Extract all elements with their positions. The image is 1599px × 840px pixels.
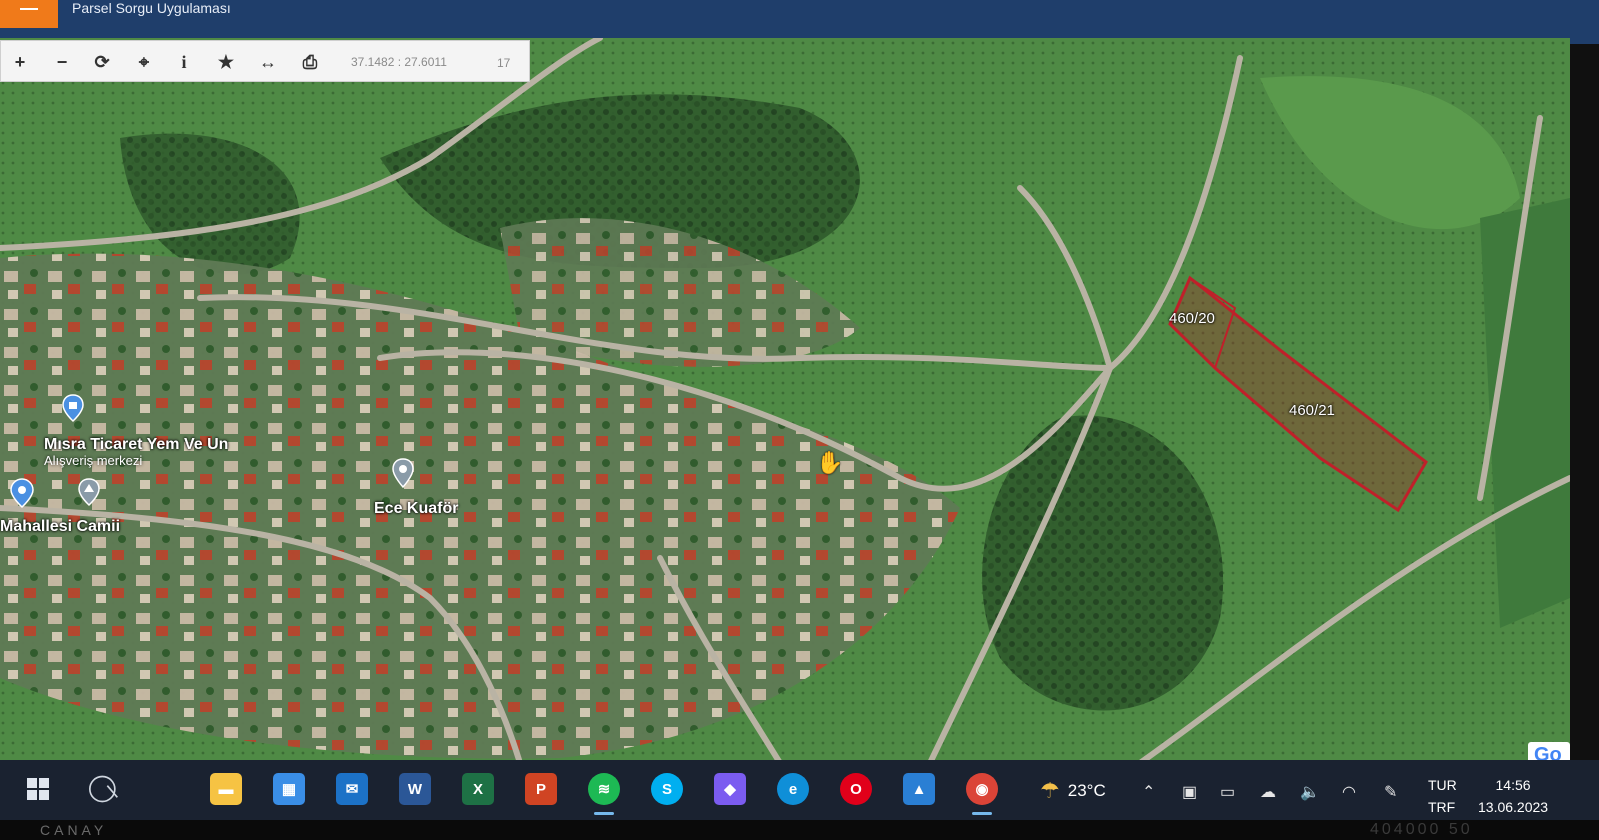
file-explorer-icon: ▬: [210, 773, 242, 805]
excel-taskbar-button[interactable]: X: [458, 769, 498, 809]
zoom-level-readout: 17: [497, 56, 511, 70]
opera-icon: O: [840, 773, 872, 805]
parcel-label-460-20[interactable]: 460/20: [1169, 310, 1215, 327]
poi-sublabel-shop: Alışveriş merkezi: [44, 453, 143, 468]
edge-icon: e: [777, 773, 809, 805]
pen-icon[interactable]: ✎: [1384, 782, 1397, 802]
word-icon: W: [399, 773, 431, 805]
monitor-bezel: CANAY 404000 50: [0, 820, 1599, 840]
chrome-icon: ◉: [966, 773, 998, 805]
info-button[interactable]: i: [169, 47, 199, 77]
app-title: Parsel Sorgu Uygulaması: [72, 0, 231, 16]
poi-label-salon[interactable]: Ece Kuaför: [374, 500, 458, 518]
satellite-imagery: [0, 38, 1570, 763]
search-icon: [89, 775, 118, 803]
edge-taskbar-button[interactable]: e: [773, 769, 813, 809]
copilot-taskbar-button[interactable]: ◆: [710, 769, 750, 809]
store-taskbar-button[interactable]: ▦: [269, 769, 309, 809]
menu-icon: [20, 8, 38, 10]
skype-taskbar-button[interactable]: S: [647, 769, 687, 809]
locate-button[interactable]: ⌖: [129, 47, 159, 77]
store-icon: ▦: [273, 773, 305, 805]
measure-button[interactable]: ↔: [253, 47, 283, 77]
onedrive-cloud-icon[interactable]: ☁: [1260, 782, 1276, 802]
weather-icon: ☂: [1040, 778, 1060, 803]
show-hidden-icons-chevron-icon[interactable]: ⌃: [1142, 782, 1155, 802]
spotify-icon: ≋: [588, 773, 620, 805]
photos-taskbar-button[interactable]: ▲: [899, 769, 939, 809]
zoom-out-button[interactable]: −: [47, 47, 77, 77]
mail-icon: ✉: [336, 773, 368, 805]
zoom-in-button[interactable]: +: [5, 47, 35, 77]
keyboard-layout: TRF: [1428, 799, 1456, 815]
word-taskbar-button[interactable]: W: [395, 769, 435, 809]
poi-label-mosque[interactable]: Mahallesi Camii: [0, 518, 120, 536]
battery-icon[interactable]: ▭: [1220, 782, 1235, 802]
meet-camera-icon[interactable]: ▣: [1182, 782, 1197, 802]
photos-icon: ▲: [903, 773, 935, 805]
clock-time: 14:56: [1495, 777, 1531, 793]
menu-button[interactable]: [0, 0, 58, 28]
map-toolbar: + − ⟳ ⌖ i ★ ↔ ⎙ 37.1482 : 27.6011 17: [0, 40, 530, 82]
windows-taskbar: ▬ ▦ ✉ W X P ≋ S ◆ e O ▲ ◉ ☂ 23°C ⌃ ▣ ▭ ☁ 🔈 ◠ ✎ TUR T…: [0, 760, 1599, 822]
opera-taskbar-button[interactable]: O: [836, 769, 876, 809]
coordinate-readout: 37.1482 : 27.6011: [351, 55, 447, 69]
clock-date: 13.06.2023: [1478, 799, 1549, 815]
input-language[interactable]: TUR TRF: [1428, 774, 1457, 818]
parcel-label-460-21[interactable]: 460/21: [1289, 402, 1335, 419]
wifi-icon[interactable]: ◠: [1342, 782, 1356, 802]
poi-label-shop[interactable]: Mısra Ticaret Yem Ve Un: [44, 436, 228, 454]
favorite-button[interactable]: ★: [211, 47, 241, 77]
weather-widget[interactable]: ☂ 23°C: [1040, 778, 1106, 804]
spotify-taskbar-button[interactable]: ≋: [584, 769, 624, 815]
copilot-icon: ◆: [714, 773, 746, 805]
screen: Parsel Sorgu Uygulaması Mısra Ticaret Ye…: [0, 0, 1599, 840]
powerpoint-icon: P: [525, 773, 557, 805]
search-button[interactable]: [84, 769, 124, 809]
volume-icon[interactable]: 🔈: [1300, 782, 1320, 802]
mail-taskbar-button[interactable]: ✉: [332, 769, 372, 809]
hand-cursor-icon: ✋: [816, 450, 844, 475]
windows-logo-icon: [27, 778, 49, 800]
satellite-map[interactable]: Mısra Ticaret Yem Ve Un Alışveriş merkez…: [0, 38, 1570, 763]
clock[interactable]: 14:56 13.06.2023: [1478, 774, 1548, 818]
chrome-taskbar-button[interactable]: ◉: [962, 769, 1002, 815]
skype-icon: S: [651, 773, 683, 805]
language-code: TUR: [1428, 777, 1457, 793]
print-button[interactable]: ⎙: [295, 47, 325, 77]
file-explorer-taskbar-button[interactable]: ▬: [206, 769, 246, 809]
start-button[interactable]: [18, 769, 58, 809]
bezel-number: 404000 50: [1370, 821, 1473, 838]
weather-temperature: 23°C: [1067, 781, 1106, 800]
powerpoint-taskbar-button[interactable]: P: [521, 769, 561, 809]
excel-icon: X: [462, 773, 494, 805]
bezel-brand: CANAY: [40, 822, 108, 838]
refresh-button[interactable]: ⟳: [87, 47, 117, 77]
